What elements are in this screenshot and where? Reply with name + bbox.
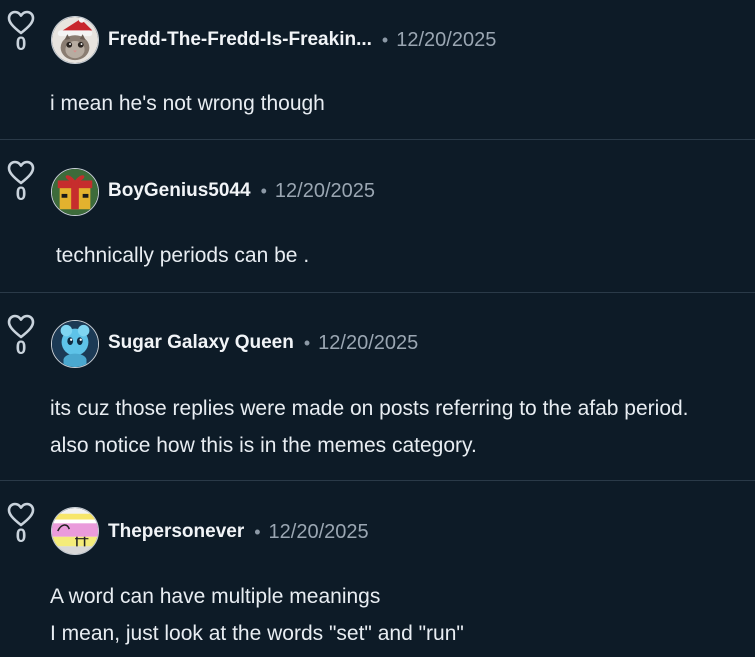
comment-line: A word can have multiple meanings — [50, 585, 381, 608]
user-avatar[interactable] — [51, 16, 99, 64]
comment-meta: Thepersonever • 12/20/2025 — [108, 519, 369, 545]
user-avatar[interactable] — [51, 320, 99, 368]
heart-icon[interactable] — [7, 502, 35, 528]
comment-date: 12/20/2025 — [274, 179, 375, 202]
username[interactable]: BoyGenius5044 — [108, 180, 251, 202]
comment-body: technically periods can be . — [50, 237, 309, 274]
comment-line: technically periods can be . — [50, 244, 310, 267]
like-control[interactable]: 0 — [7, 160, 35, 205]
like-count: 0 — [15, 338, 27, 359]
comment: 0 BoyGenius5044 • 12/20/2025 technically… — [0, 140, 755, 292]
separator-dot: • — [381, 29, 389, 50]
comment-body: i mean he's not wrong though — [50, 85, 325, 122]
comment-body: A word can have multiple meanings I mean… — [50, 578, 464, 652]
blue-character-avatar — [52, 321, 98, 367]
comment-line: i mean he's not wrong though — [50, 92, 325, 115]
comment-line: also notice how this is in the memes cat… — [50, 434, 477, 457]
comment-line: its cuz those replies were made on posts… — [50, 397, 689, 420]
username[interactable]: Sugar Galaxy Queen — [108, 332, 294, 354]
comment: 0 Fredd-The-Fredd-Is-Freakin... • 12/20/… — [0, 0, 755, 139]
separator-dot: • — [254, 521, 261, 542]
comment-date: 12/20/2025 — [396, 28, 497, 51]
user-avatar[interactable] — [51, 168, 99, 216]
heart-icon[interactable] — [7, 10, 35, 36]
heart-icon[interactable] — [7, 314, 35, 340]
like-count: 0 — [15, 526, 27, 547]
username[interactable]: Fredd-The-Fredd-Is-Freakin... — [108, 29, 372, 51]
like-control[interactable]: 0 — [7, 314, 35, 359]
comment-line: I mean, just look at the words "set" and… — [50, 622, 464, 645]
striped-cartoon-avatar — [52, 508, 98, 554]
cat-in-santa-hat-avatar — [52, 17, 98, 63]
heart-icon[interactable] — [7, 160, 35, 186]
comment-date: 12/20/2025 — [318, 331, 419, 354]
gift-box-avatar — [52, 169, 98, 215]
like-control[interactable]: 0 — [7, 10, 35, 55]
comment-meta: Fredd-The-Fredd-Is-Freakin... • 12/20/20… — [108, 27, 496, 53]
like-count: 0 — [15, 34, 27, 55]
separator-dot: • — [303, 332, 311, 353]
like-control[interactable]: 0 — [7, 502, 35, 547]
comment: 0 Sugar Galaxy Queen • 12/20/2025 its cu… — [0, 293, 755, 480]
comment: 0 Thepersonever • 12/20/2025 A word can … — [0, 481, 755, 657]
user-avatar[interactable] — [51, 507, 99, 555]
like-count: 0 — [15, 184, 27, 205]
comment-meta: Sugar Galaxy Queen • 12/20/2025 — [108, 330, 418, 356]
separator-dot: • — [260, 180, 267, 201]
comment-meta: BoyGenius5044 • 12/20/2025 — [108, 178, 375, 204]
comment-body: its cuz those replies were made on posts… — [50, 390, 689, 464]
username[interactable]: Thepersonever — [108, 521, 244, 543]
comment-date: 12/20/2025 — [268, 520, 369, 543]
